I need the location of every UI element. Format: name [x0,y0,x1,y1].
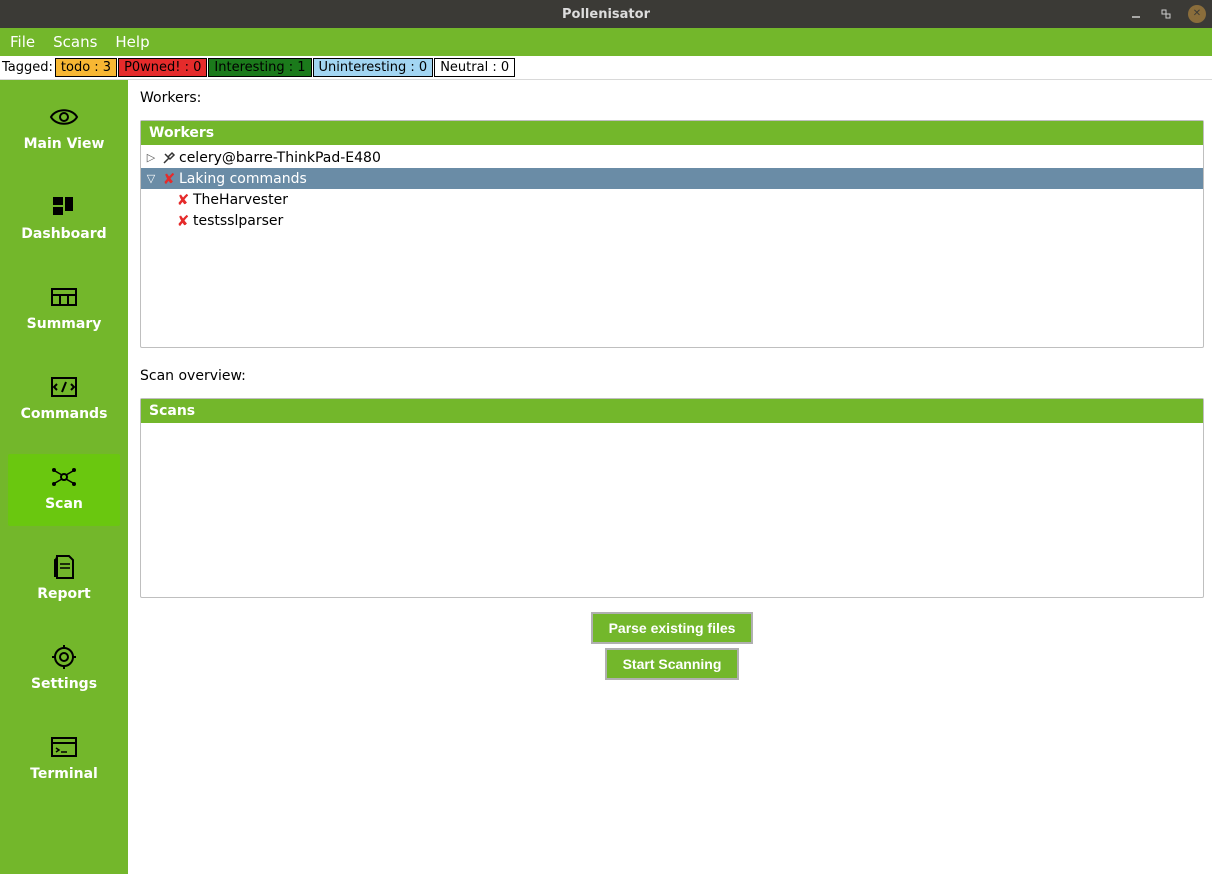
menu-help[interactable]: Help [111,31,153,53]
sidebar-item-label: Main View [24,136,105,152]
titlebar: Pollenisator ✕ [0,0,1212,28]
sidebar-item-label: Summary [27,316,102,332]
menu-scans[interactable]: Scans [49,31,101,53]
terminal-icon [49,734,79,760]
dashboard-icon [49,194,79,220]
sidebar-item-dashboard[interactable]: Dashboard [8,184,120,256]
window-title: Pollenisator [562,7,650,22]
sidebar-item-commands[interactable]: Commands [8,364,120,436]
tagsbar: Tagged: todo : 3 P0wned! : 0 Interesting… [0,56,1212,80]
tag-uninteresting[interactable]: Uninteresting : 0 [313,58,434,77]
workers-label: Workers: [140,90,1204,106]
expand-collapsed-icon[interactable]: ▷ [143,151,159,164]
tagged-label: Tagged: [2,60,55,75]
tag-neutral[interactable]: Neutral : 0 [434,58,515,77]
worker-row-celery[interactable]: ▷ celery@barre-ThinkPad-E480 [141,147,1203,168]
workers-panel: Workers ▷ celery@barre-ThinkPad-E480 ▽ ✘… [140,120,1204,348]
x-icon: ✘ [175,213,191,229]
worker-label: testsslparser [193,213,283,229]
expand-open-icon[interactable]: ▽ [143,172,159,185]
table-icon [49,284,79,310]
eye-icon [49,104,79,130]
tag-p0wned[interactable]: P0wned! : 0 [118,58,207,77]
window-controls: ✕ [1128,5,1206,23]
sidebar-item-settings[interactable]: Settings [8,634,120,706]
menubar: File Scans Help [0,28,1212,56]
sidebar-item-label: Commands [21,406,108,422]
sidebar-item-mainview[interactable]: Main View [8,94,120,166]
network-icon [49,464,79,490]
tag-todo[interactable]: todo : 3 [55,58,117,77]
close-icon[interactable]: ✕ [1188,5,1206,23]
worker-label: celery@barre-ThinkPad-E480 [179,150,381,166]
scanoverview-label: Scan overview: [140,368,1204,384]
menu-file[interactable]: File [6,31,39,53]
sidebar: Main View Dashboard Summary Commands Sca [0,80,128,874]
maximize-icon[interactable] [1158,6,1174,22]
minimize-icon[interactable] [1128,6,1144,22]
parse-existing-files-button[interactable]: Parse existing files [591,612,754,644]
code-icon [49,374,79,400]
worker-label: TheHarvester [193,192,288,208]
scans-tree[interactable] [141,423,1203,597]
wrench-icon [161,150,177,166]
tag-interesting[interactable]: Interesting : 1 [208,58,311,77]
sidebar-item-label: Terminal [30,766,98,782]
gear-icon [49,644,79,670]
sidebar-item-label: Dashboard [21,226,106,242]
sidebar-item-label: Report [37,586,91,602]
x-icon: ✘ [161,171,177,187]
worker-row-theharvester[interactable]: ✘ TheHarvester [141,189,1203,210]
scans-panel-header: Scans [141,399,1203,423]
sidebar-item-scan[interactable]: Scan [8,454,120,526]
sidebar-item-terminal[interactable]: Terminal [8,724,120,796]
sidebar-item-label: Scan [45,496,83,512]
document-icon [49,554,79,580]
worker-row-laking[interactable]: ▽ ✘ Laking commands [141,168,1203,189]
worker-label: Laking commands [179,171,307,187]
x-icon: ✘ [175,192,191,208]
scans-panel: Scans [140,398,1204,598]
start-scanning-button[interactable]: Start Scanning [605,648,740,680]
sidebar-item-label: Settings [31,676,97,692]
sidebar-item-summary[interactable]: Summary [8,274,120,346]
workers-panel-header: Workers [141,121,1203,145]
workers-tree[interactable]: ▷ celery@barre-ThinkPad-E480 ▽ ✘ Laking … [141,145,1203,347]
content-area: Workers: Workers ▷ celery@barre-ThinkPad… [128,80,1212,874]
action-buttons: Parse existing files Start Scanning [140,612,1204,680]
sidebar-item-report[interactable]: Report [8,544,120,616]
worker-row-testsslparser[interactable]: ✘ testsslparser [141,210,1203,231]
